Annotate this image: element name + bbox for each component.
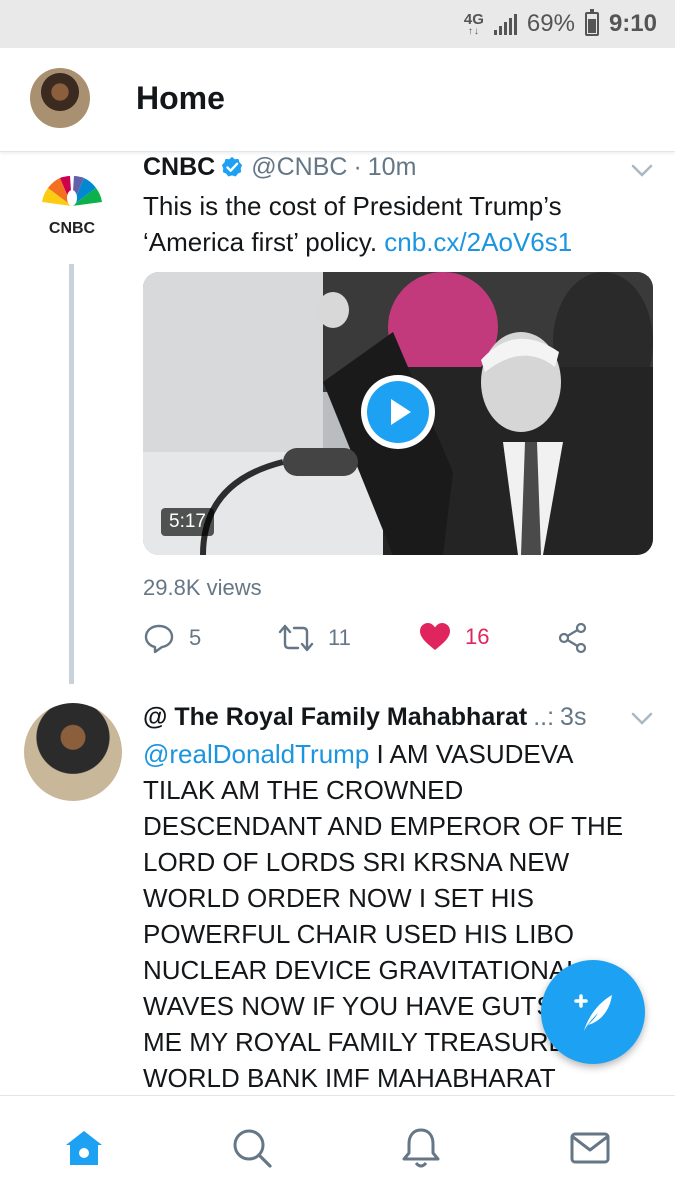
tweet-header: @ The Royal Family Mahabharat ..: 3s xyxy=(143,702,586,732)
timestamp: 10m xyxy=(367,152,417,181)
user-avatar[interactable] xyxy=(24,703,122,801)
tweet-line: @realDonaldTrump I AM VASUDEVA xyxy=(143,736,663,772)
tweet[interactable]: CNBC CNBC @CNBC · 10m This is the cost o… xyxy=(0,152,675,690)
display-name[interactable]: @ The Royal Family Mahabharat xyxy=(143,703,527,732)
nav-notifications[interactable] xyxy=(397,1124,445,1172)
top-app-bar: Home xyxy=(0,48,675,152)
compose-tweet-button[interactable] xyxy=(541,960,645,1064)
tweet-line: WORLD ORDER NOW I SET HIS xyxy=(143,883,534,913)
clock: 9:10 xyxy=(608,10,657,37)
share-icon xyxy=(558,622,587,654)
tweet-actions: 5 11 16 xyxy=(143,622,643,662)
separator: · xyxy=(353,152,362,181)
chevron-down-icon[interactable] xyxy=(631,712,653,726)
play-icon xyxy=(367,381,429,443)
notifications-icon xyxy=(402,1128,440,1168)
reply-button[interactable]: 5 xyxy=(143,622,201,654)
compose-feather-icon xyxy=(574,994,612,1031)
nav-home[interactable] xyxy=(60,1124,108,1172)
tweet-link[interactable]: cnb.cx/2AoV6s1 xyxy=(384,227,572,257)
network-indicator: 4G ↑↓ xyxy=(464,12,484,37)
tweet-line: WORLD BANK IMF MAHABHARAT xyxy=(143,1063,556,1093)
page-title: Home xyxy=(136,80,225,116)
profile-avatar[interactable] xyxy=(30,68,90,128)
like-count: 16 xyxy=(465,624,490,649)
status-bar: 4G ↑↓ 69% 9:10 xyxy=(0,0,675,48)
timestamp: 3s xyxy=(560,702,587,731)
reply-icon xyxy=(144,624,174,654)
share-button[interactable] xyxy=(557,622,589,654)
tweet-line-text: I AM VASUDEVA xyxy=(369,739,574,769)
tweet-line: LORD OF LORDS SRI KRSNA NEW xyxy=(143,847,570,877)
play-button[interactable] xyxy=(361,375,435,449)
truncation-marker: ..: xyxy=(533,702,555,731)
view-count: 29.8K views xyxy=(143,575,262,600)
nav-search[interactable] xyxy=(228,1124,276,1172)
mention-link[interactable]: @realDonaldTrump xyxy=(143,739,369,769)
cnbc-logo[interactable]: CNBC xyxy=(34,172,110,236)
search-icon xyxy=(233,1129,272,1168)
tweet-line: POWERFUL CHAIR USED HIS LIBO xyxy=(143,919,574,949)
nav-messages[interactable] xyxy=(566,1124,614,1172)
like-button[interactable]: 16 xyxy=(419,622,489,652)
tweet-header: CNBC @CNBC · 10m xyxy=(143,152,416,182)
video-thumbnail[interactable]: 5:17 xyxy=(143,272,653,555)
home-icon xyxy=(66,1131,102,1165)
display-name[interactable]: CNBC xyxy=(143,153,215,182)
thread-line xyxy=(69,264,74,684)
signal-icon xyxy=(493,13,517,35)
tweet-text: This is the cost of President Trump’s ‘A… xyxy=(143,188,643,260)
battery-icon xyxy=(584,9,599,36)
retweet-count: 11 xyxy=(328,625,351,650)
bottom-navigation xyxy=(0,1095,675,1200)
chevron-down-icon[interactable] xyxy=(631,164,653,178)
retweet-icon xyxy=(278,624,314,652)
verified-badge-icon xyxy=(222,156,243,177)
screen-name: @CNBC xyxy=(251,152,348,181)
network-label: 4G xyxy=(463,10,484,28)
retweet-button[interactable]: 11 xyxy=(278,622,351,654)
data-arrows-icon: ↑↓ xyxy=(467,25,480,37)
tweet-line: DESCENDANT AND EMPEROR OF THE xyxy=(143,811,624,841)
reply-count: 5 xyxy=(189,625,202,650)
battery-percent: 69% xyxy=(526,10,575,37)
heart-icon xyxy=(420,623,450,650)
video-duration: 5:17 xyxy=(161,508,214,536)
messages-icon xyxy=(570,1132,610,1164)
cnbc-logo-wordmark: CNBC xyxy=(49,220,96,236)
tweet-line: TILAK AM THE CROWNED xyxy=(143,775,464,805)
